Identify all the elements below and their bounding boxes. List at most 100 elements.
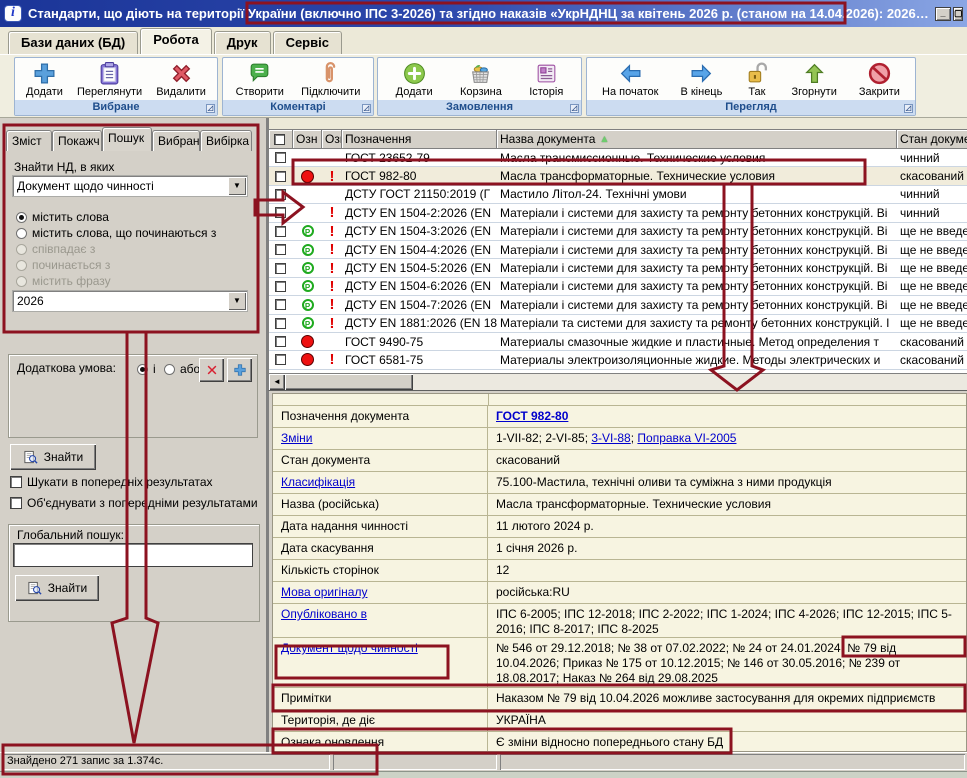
table-row[interactable]: P!ДСТУ EN 1504-3:2026 (ENМатеріали і сис…: [269, 223, 967, 241]
checkbox-icon[interactable]: [275, 336, 286, 347]
detail-value-link[interactable]: Поправка VI-2005: [637, 431, 736, 445]
sidebar-tab-favorites[interactable]: Вибран: [152, 130, 200, 151]
search-term-combobox[interactable]: 2026 ▼: [12, 290, 248, 312]
yes-lock-button[interactable]: Так: [740, 61, 773, 98]
checkbox-icon[interactable]: [275, 281, 286, 292]
sidebar-tab-index[interactable]: Покажч: [52, 130, 102, 151]
mode-contains-words[interactable]: містить слова: [16, 210, 109, 224]
order-history-button[interactable]: Історія: [525, 61, 567, 98]
extra-add-button[interactable]: [227, 358, 252, 382]
close-button[interactable]: Закрити: [855, 61, 904, 98]
table-row[interactable]: P!ДСТУ EN 1504-6:2026 (ENМатеріали і сис…: [269, 278, 967, 296]
sidebar-tab-search[interactable]: Пошук: [102, 127, 152, 151]
dialog-launcher-icon[interactable]: ◿: [206, 104, 215, 113]
detail-label[interactable]: Опубліковано в: [273, 604, 488, 637]
favorites-add-button[interactable]: Додати: [22, 61, 67, 98]
detail-value-link[interactable]: ГОСТ 982-80: [496, 409, 568, 423]
row-select-cell[interactable]: [269, 278, 293, 295]
row-select-cell[interactable]: [269, 223, 293, 240]
row-select-cell[interactable]: [269, 167, 293, 184]
checkbox-icon[interactable]: [275, 171, 286, 182]
dialog-launcher-icon[interactable]: ◿: [904, 104, 913, 113]
chevron-down-icon[interactable]: ▼: [228, 292, 246, 310]
row-select-cell[interactable]: [269, 351, 293, 368]
details-rows: Позначення документаГОСТ 982-80Зміни1-VI…: [273, 406, 966, 752]
row-select-cell[interactable]: [269, 186, 293, 203]
table-row[interactable]: !ГОСТ 6581-75Материалы электроизоляционн…: [269, 351, 967, 369]
maximize-button[interactable]: ▢: [953, 7, 963, 21]
checkbox-icon[interactable]: [275, 226, 286, 237]
table-row[interactable]: P!ДСТУ EN 1504-7:2026 (ENМатеріали і сис…: [269, 296, 967, 314]
row-document-state: чинний: [897, 204, 967, 221]
table-row[interactable]: !ГОСТ 982-80Масла трансформаторные. Техн…: [269, 167, 967, 185]
global-find-button[interactable]: Знайти: [15, 575, 99, 601]
detail-value: 11 лютого 2024 р.: [488, 516, 966, 537]
table-row[interactable]: ГОСТ 23652-79Масла трансмиссионные. Техн…: [269, 149, 967, 167]
row-select-cell[interactable]: [269, 333, 293, 350]
table-row[interactable]: !ДСТУ EN 1504-2:2026 (ENМатеріали і сист…: [269, 204, 967, 222]
extra-and-radio[interactable]: і: [137, 362, 156, 376]
checkbox-icon[interactable]: [275, 152, 286, 163]
global-search-input[interactable]: [13, 543, 253, 567]
comment-attach-button[interactable]: Підключити: [297, 61, 364, 98]
detail-label[interactable]: Класифікація: [273, 472, 488, 493]
row-select-cell[interactable]: [269, 315, 293, 332]
header-name[interactable]: Назва документа▲: [497, 130, 897, 149]
table-row[interactable]: P!ДСТУ EN 1881:2026 (EN 18Матеріали та с…: [269, 315, 967, 333]
order-add-button[interactable]: Додати: [392, 61, 437, 98]
favorites-view-button[interactable]: Переглянути: [73, 61, 146, 98]
checkbox-icon[interactable]: [275, 318, 286, 329]
find-button[interactable]: Знайти: [10, 444, 96, 470]
header-designation[interactable]: Позначення: [342, 130, 497, 149]
table-row[interactable]: ДСТУ ГОСТ 21150:2019 (ГМастило Літол-24.…: [269, 186, 967, 204]
checkbox-icon[interactable]: [275, 189, 286, 200]
extra-or-radio[interactable]: або: [164, 362, 200, 376]
detail-value-link[interactable]: 3-VI-88: [591, 431, 630, 445]
table-row[interactable]: P!ДСТУ EN 1504-4:2026 (ENМатеріали і сис…: [269, 241, 967, 259]
tab-databases[interactable]: Бази даних (БД): [8, 31, 138, 54]
detail-label[interactable]: Зміни: [273, 428, 488, 449]
scroll-left-icon[interactable]: ◄: [269, 374, 285, 390]
header-ozn1[interactable]: Озн: [293, 130, 322, 149]
checkbox-icon[interactable]: [275, 263, 286, 274]
detail-row: Дата скасування1 січня 2026 р.: [273, 538, 966, 560]
header-state[interactable]: Стан документа: [897, 130, 967, 149]
table-row[interactable]: P!ДСТУ EN 1504-5:2026 (ENМатеріали і сис…: [269, 259, 967, 277]
search-previous-checkbox[interactable]: Шукати в попередніх результатах: [10, 475, 266, 489]
go-last-button[interactable]: В кінець: [676, 61, 726, 98]
detail-label[interactable]: Документ щодо чинності: [273, 638, 488, 687]
sidebar-tab-selection[interactable]: Вибірка: [200, 130, 252, 151]
tab-print[interactable]: Друк: [214, 31, 271, 54]
checkbox-icon[interactable]: [275, 299, 286, 310]
tab-work[interactable]: Робота: [140, 28, 212, 54]
mode-starts-with-words[interactable]: містить слова, що починаються з: [16, 226, 216, 240]
collapse-button[interactable]: Згорнути: [787, 61, 840, 98]
row-select-cell[interactable]: [269, 149, 293, 166]
search-field-select[interactable]: Документ щодо чинності ▼: [12, 175, 248, 197]
row-select-cell[interactable]: [269, 241, 293, 258]
checkbox-icon[interactable]: [275, 207, 286, 218]
scrollbar-thumb[interactable]: [285, 374, 413, 390]
header-select-all[interactable]: [269, 130, 293, 149]
tab-service[interactable]: Сервіс: [273, 31, 342, 54]
dialog-launcher-icon[interactable]: ◿: [570, 104, 579, 113]
detail-label[interactable]: Мова оригіналу: [273, 582, 488, 603]
sidebar-tab-contents[interactable]: Зміст: [6, 130, 52, 151]
row-select-cell[interactable]: [269, 204, 293, 221]
minimize-button[interactable]: _: [935, 7, 951, 21]
merge-previous-checkbox[interactable]: Об'єднувати з попередніми результатами: [10, 496, 266, 510]
order-basket-button[interactable]: Корзина: [456, 61, 506, 98]
checkbox-icon[interactable]: [275, 354, 286, 365]
chevron-down-icon[interactable]: ▼: [228, 177, 246, 195]
comment-create-button[interactable]: Створити: [232, 61, 288, 98]
checkbox-icon[interactable]: [275, 244, 286, 255]
row-select-cell[interactable]: [269, 296, 293, 313]
go-first-button[interactable]: На початок: [598, 61, 662, 98]
row-select-cell[interactable]: [269, 259, 293, 276]
favorites-delete-button[interactable]: Видалити: [152, 61, 210, 98]
table-row[interactable]: ГОСТ 9490-75Материалы смазочные жидкие и…: [269, 333, 967, 351]
dialog-launcher-icon[interactable]: ◿: [362, 104, 371, 113]
horizontal-scrollbar[interactable]: ◄: [269, 373, 967, 390]
extra-remove-button[interactable]: [199, 358, 224, 382]
header-ozn2[interactable]: Озн: [322, 130, 342, 149]
